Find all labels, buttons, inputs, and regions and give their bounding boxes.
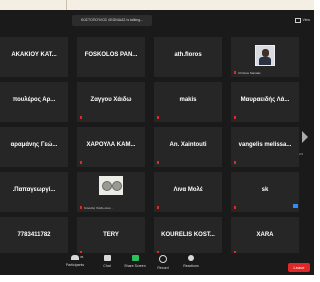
reactions-icon [188, 255, 194, 261]
participant-name: πουλέρος Αρ... [12, 97, 56, 103]
view-button[interactable]: View [295, 16, 310, 24]
record-icon [159, 255, 167, 263]
participant-tile[interactable]: FOSKOLOS PAN... [77, 37, 145, 77]
participant-name: Ζαγγου Χάιδω [90, 97, 132, 103]
background-page-strip [0, 275, 314, 282]
muted-mic-icon [80, 206, 82, 209]
participant-name: .Παπαγεωργί... [12, 187, 56, 193]
participants-icon [71, 255, 79, 260]
participant-tile[interactable]: TERY [77, 217, 145, 257]
participant-tile[interactable]: ΧΑΡΟΥΛΑ ΚΑΜ... [77, 127, 145, 167]
chat-label: Chat [103, 264, 111, 268]
face-shape [262, 49, 269, 57]
participant-tile[interactable]: .Παπαγεωργί... [0, 172, 68, 212]
participant-tile[interactable]: XARA [231, 217, 299, 257]
leave-button[interactable]: Leave [288, 263, 310, 272]
muted-mic-icon [234, 116, 236, 119]
participant-tile[interactable]: KOURELIS KOST... [154, 217, 222, 257]
view-label: View [302, 18, 310, 22]
participant-name: Μαυραειδής Λά... [240, 97, 290, 103]
participant-name: vangelis melissa... [238, 142, 292, 148]
participant-tile[interactable]: αραμάνης Γεώ... [0, 127, 68, 167]
participants-label: Participants [65, 263, 85, 267]
share-screen-label: Share Screen [124, 264, 146, 268]
participant-tile[interactable]: Κανελλή Χάιδω Ανα... [77, 172, 145, 212]
participant-name: TERY [103, 232, 119, 238]
chat-icon [103, 255, 111, 261]
muted-mic-icon [157, 206, 159, 209]
participant-photo [99, 176, 123, 195]
participant-name: 7783411782 [17, 232, 51, 238]
participant-tile[interactable]: vangelis melissa... [231, 127, 299, 167]
share-screen-button[interactable]: Share Screen [122, 255, 148, 273]
chat-button[interactable]: Chat [94, 255, 120, 273]
participant-name: An. Xaintouti [169, 142, 207, 148]
reactions-label: Reactions [183, 264, 199, 268]
next-page-arrow-icon[interactable] [302, 131, 308, 143]
muted-mic-icon [80, 116, 82, 119]
participant-tile[interactable]: ath.floros [154, 37, 222, 77]
share-screen-icon [131, 255, 139, 261]
participant-tile[interactable]: Λινα Μολέ [154, 172, 222, 212]
record-label: Record [157, 266, 169, 270]
muted-mic-icon [234, 206, 236, 209]
participant-name: Λινα Μολέ [173, 187, 203, 193]
grid-view-icon [295, 17, 302, 23]
muted-mic-icon [234, 71, 236, 74]
coin-shape [102, 181, 112, 191]
participant-tile[interactable]: Ζαγγου Χάιδω [77, 82, 145, 122]
participant-tile[interactable]: ΑΚΑΚΙΟΥ ΚΑΤ... [0, 37, 68, 77]
participant-tile[interactable]: πουλέρος Αρ... [0, 82, 68, 122]
reactions-button[interactable]: Reactions [178, 255, 204, 273]
participant-tile[interactable]: Christos Sanidas [231, 37, 299, 77]
participant-name: makis [179, 97, 197, 103]
muted-mic-icon [157, 161, 159, 164]
participant-name: sk [261, 187, 269, 193]
participant-tile[interactable]: sk [231, 172, 299, 212]
camera-indicator-icon [293, 204, 298, 208]
coin-shape [112, 181, 122, 191]
muted-mic-icon [80, 161, 82, 164]
meeting-toolbar: 35 Participants Chat Share Screen Record… [0, 253, 314, 275]
page-indicator: 2/2 [299, 152, 304, 156]
participant-name: ΑΚΑΚΙΟΥ ΚΑΤ... [11, 52, 57, 58]
participant-tile[interactable]: An. Xaintouti [154, 127, 222, 167]
participants-count: 35 [80, 255, 84, 259]
participant-name: FOSKOLOS PAN... [84, 52, 138, 58]
participant-name: ath.floros [174, 52, 202, 58]
participant-name-tag: Christos Sanidas [238, 71, 261, 75]
participant-tile[interactable]: Μαυραειδής Λά... [231, 82, 299, 122]
active-speaker-indicator: ΚΩΣΤΟΠΟΥΛΟΣ ΛΕΩΝΙΔΑΣ is talking... [72, 15, 152, 26]
title-bar: ΚΩΣΤΟΠΟΥΛΟΣ ΛΕΩΝΙΔΑΣ is talking... View [0, 10, 314, 28]
participants-button[interactable]: 35 Participants [62, 255, 88, 273]
participant-name: KOURELIS KOST... [161, 232, 215, 238]
participant-name-tag: Κανελλή Χάιδω Ανα... [84, 206, 113, 210]
participant-tile[interactable]: 7783411782 [0, 217, 68, 257]
record-button[interactable]: Record [150, 255, 176, 273]
screen: ΚΩΣΤΟΠΟΥΛΟΣ ΛΕΩΝΙΔΑΣ is talking... View … [0, 0, 314, 282]
participant-tile[interactable]: makis [154, 82, 222, 122]
muted-mic-icon [234, 161, 236, 164]
zoom-meeting-window: ΚΩΣΤΟΠΟΥΛΟΣ ΛΕΩΝΙΔΑΣ is talking... View … [0, 10, 314, 275]
participant-name: XARA [256, 232, 274, 238]
participant-name: αραμάνης Γεώ... [10, 142, 58, 148]
participant-name: ΧΑΡΟΥΛΑ ΚΑΜ... [86, 142, 136, 148]
muted-mic-icon [157, 116, 159, 119]
participant-photo [255, 45, 275, 66]
suit-shape [259, 57, 271, 65]
